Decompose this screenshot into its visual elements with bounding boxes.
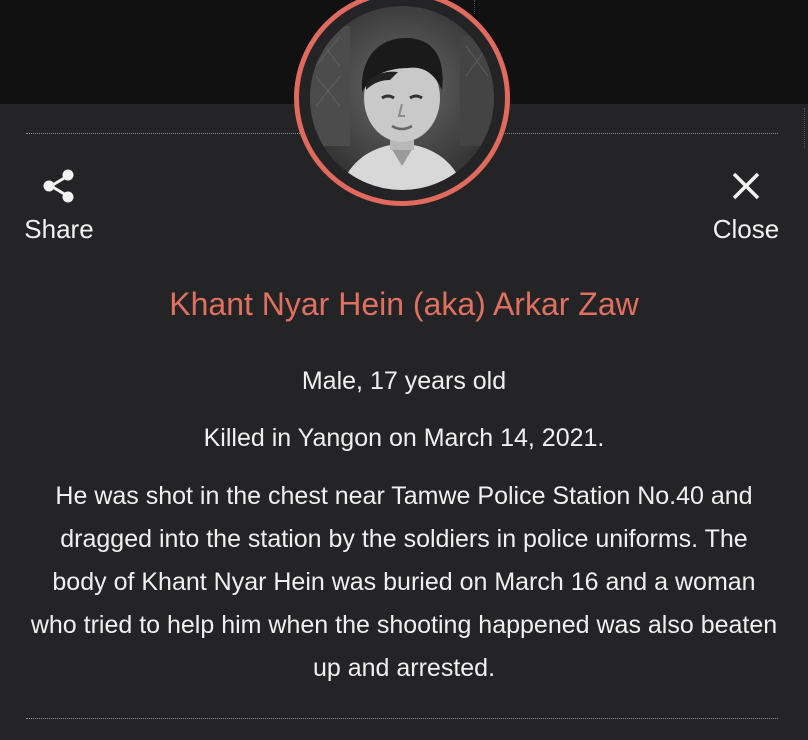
close-icon (732, 172, 760, 200)
memorial-profile-page: Share Close Khant Nyar Hein (aka) Arkar … (0, 0, 808, 740)
share-icon (43, 169, 74, 203)
victim-details: Male, 17 years old (301, 367, 507, 395)
share-label: Share (24, 214, 94, 244)
victim-name: Khant Nyar Hein (aka) Arkar Zaw (169, 286, 639, 322)
divider (804, 108, 808, 148)
close-button[interactable]: Close (708, 166, 784, 244)
portrait-image (310, 6, 494, 190)
portrait-photo (310, 6, 494, 190)
share-button[interactable]: Share (24, 166, 94, 244)
close-label: Close (712, 214, 780, 244)
death-info: Killed in Yangon on March 14, 2021. (203, 424, 605, 452)
avatar (294, 0, 510, 206)
divider-bottom (26, 718, 778, 719)
divider (474, 0, 476, 14)
victim-story: He was shot in the chest near Tamwe Poli… (30, 482, 778, 682)
